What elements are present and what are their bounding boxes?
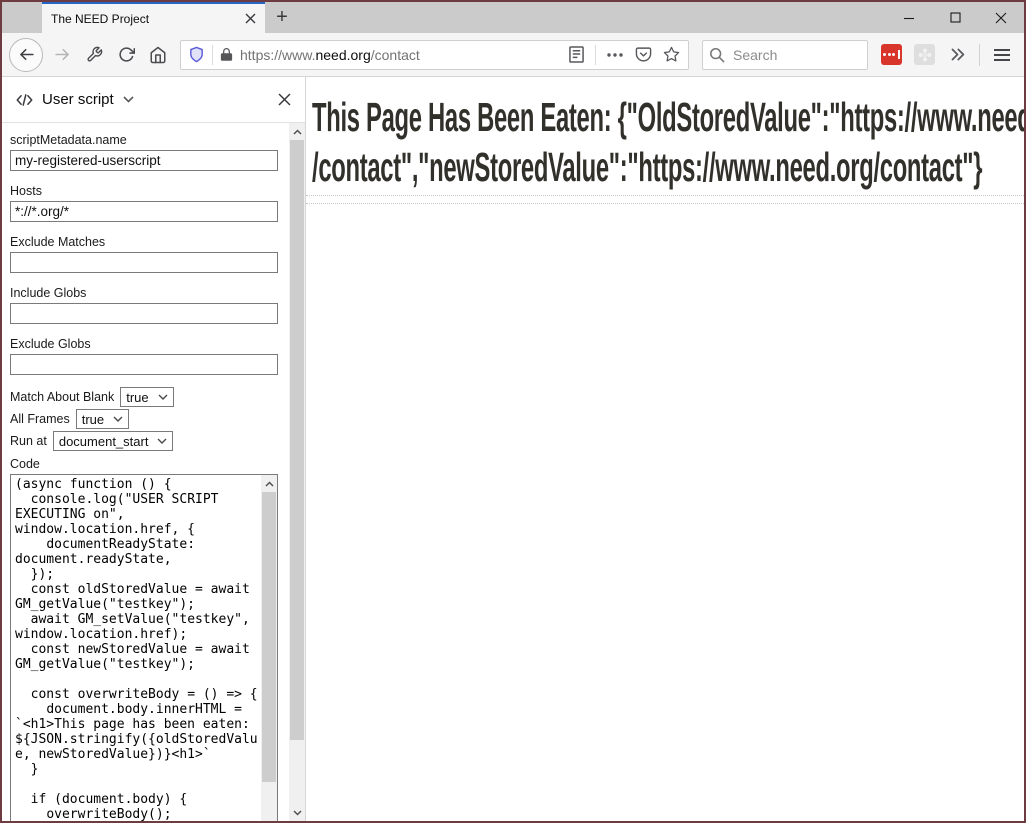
page-heading-line-1: This Page Has Been Eaten: {"OldStoredVal… — [312, 92, 1022, 142]
field-label-exclude-globs: Exclude Globs — [10, 337, 278, 351]
minimize-button[interactable] — [886, 2, 932, 33]
field-label-run-at: Run at — [10, 434, 47, 448]
wrench-icon — [86, 46, 103, 63]
sidebar-scrollbar-thumb[interactable] — [290, 140, 304, 740]
toolbar-separator — [979, 44, 980, 66]
name-input[interactable] — [10, 150, 278, 171]
double-chevron-icon — [949, 47, 966, 62]
tab-close-icon[interactable] — [245, 13, 256, 24]
overflow-menu-button[interactable] — [942, 40, 972, 70]
disabled-extension-gear-icon[interactable] — [914, 44, 935, 65]
sidebar-form: scriptMetadata.name Hosts Exclude Matche… — [2, 123, 305, 821]
pocket-icon — [635, 46, 652, 63]
reader-mode-button[interactable] — [563, 42, 589, 68]
sidebar-close-button[interactable] — [278, 93, 291, 106]
hosts-input[interactable] — [10, 201, 278, 222]
code-scrollbar[interactable] — [261, 475, 277, 821]
field-label-exclude-matches: Exclude Matches — [10, 235, 278, 249]
pocket-button[interactable] — [630, 42, 656, 68]
field-label-include-globs: Include Globs — [10, 286, 278, 300]
field-label-name: scriptMetadata.name — [10, 133, 278, 147]
plus-icon: + — [276, 6, 288, 29]
chevron-down-icon[interactable] — [123, 96, 134, 103]
back-icon — [17, 45, 36, 64]
run-at-select[interactable]: document_start — [53, 431, 174, 451]
browser-window: The NEED Project + — [0, 0, 1026, 823]
reload-button[interactable] — [111, 40, 141, 70]
new-tab-button[interactable]: + — [265, 2, 299, 33]
forward-button[interactable] — [47, 40, 77, 70]
tracking-protection-shield-icon[interactable] — [185, 46, 208, 63]
userscript-sidebar: User script scriptMetadata.name Hosts Ex… — [2, 77, 306, 821]
url-bar[interactable]: https://www.need.org/contact — [180, 40, 689, 70]
sidebar-title: User script — [42, 91, 114, 108]
sidebar-scrollbar[interactable] — [289, 123, 305, 821]
search-bar[interactable] — [702, 40, 868, 70]
back-button[interactable] — [9, 38, 43, 72]
maximize-button[interactable] — [932, 2, 978, 33]
urlbar-separator — [595, 45, 596, 65]
select-caret-icon — [158, 394, 168, 400]
search-icon — [709, 47, 725, 63]
url-text[interactable]: https://www.need.org/contact — [240, 47, 563, 63]
divider-line — [306, 195, 1024, 196]
close-button[interactable] — [978, 2, 1024, 33]
code-brackets-icon — [16, 93, 33, 107]
exclude-matches-input[interactable] — [10, 252, 278, 273]
select-caret-icon — [157, 438, 167, 444]
search-input[interactable] — [731, 46, 841, 64]
field-label-hosts: Hosts — [10, 184, 278, 198]
forward-icon — [53, 45, 72, 64]
page-heading: This Page Has Been Eaten: {"OldStoredVal… — [306, 92, 1024, 192]
page-actions-ellipsis-icon — [607, 52, 623, 58]
page-actions-button[interactable] — [602, 42, 628, 68]
lock-icon[interactable] — [217, 47, 236, 62]
scroll-up-icon[interactable] — [261, 475, 277, 492]
lastpass-extension-icon[interactable] — [881, 44, 902, 65]
bookmark-star-button[interactable] — [658, 42, 684, 68]
home-button[interactable] — [143, 40, 173, 70]
url-path: /contact — [371, 47, 420, 63]
code-scrollbar-thumb[interactable] — [262, 492, 276, 782]
code-textarea[interactable]: (async function () { console.log("USER S… — [11, 475, 261, 821]
field-label-all-frames: All Frames — [10, 412, 70, 426]
hamburger-icon — [994, 49, 1010, 51]
sidebar-header: User script — [2, 77, 305, 123]
userscript-wrench-button[interactable] — [79, 40, 109, 70]
bookmark-star-icon — [663, 46, 680, 63]
browser-tab[interactable]: The NEED Project — [42, 2, 265, 33]
match-about-blank-select[interactable]: true — [120, 387, 173, 407]
select-caret-icon — [113, 416, 123, 422]
exclude-globs-input[interactable] — [10, 354, 278, 375]
all-frames-select[interactable]: true — [76, 409, 129, 429]
scroll-down-icon[interactable] — [289, 804, 305, 821]
scroll-up-icon[interactable] — [289, 123, 305, 140]
code-editor: (async function () { console.log("USER S… — [10, 474, 278, 821]
divider-line — [306, 203, 1024, 204]
field-label-match-about-blank: Match About Blank — [10, 390, 114, 404]
url-protocol: https://www. — [240, 47, 315, 63]
field-label-code: Code — [10, 457, 278, 471]
navigation-toolbar: https://www.need.org/contact — [2, 33, 1024, 77]
app-menu-button[interactable] — [987, 49, 1017, 61]
url-domain: need.org — [315, 47, 370, 63]
include-globs-input[interactable] — [10, 303, 278, 324]
main-area: User script scriptMetadata.name Hosts Ex… — [2, 77, 1024, 821]
reload-icon — [118, 46, 135, 63]
title-bar: The NEED Project + — [2, 2, 1024, 33]
home-icon — [149, 46, 167, 64]
page-content: This Page Has Been Eaten: {"OldStoredVal… — [306, 77, 1024, 821]
window-controls — [886, 2, 1024, 33]
page-heading-line-2: /contact","newStoredValue":"https://www.… — [312, 142, 1022, 192]
tab-title: The NEED Project — [51, 12, 239, 26]
reader-mode-icon — [569, 46, 584, 63]
close-icon — [278, 93, 291, 106]
urlbar-separator — [212, 45, 213, 65]
